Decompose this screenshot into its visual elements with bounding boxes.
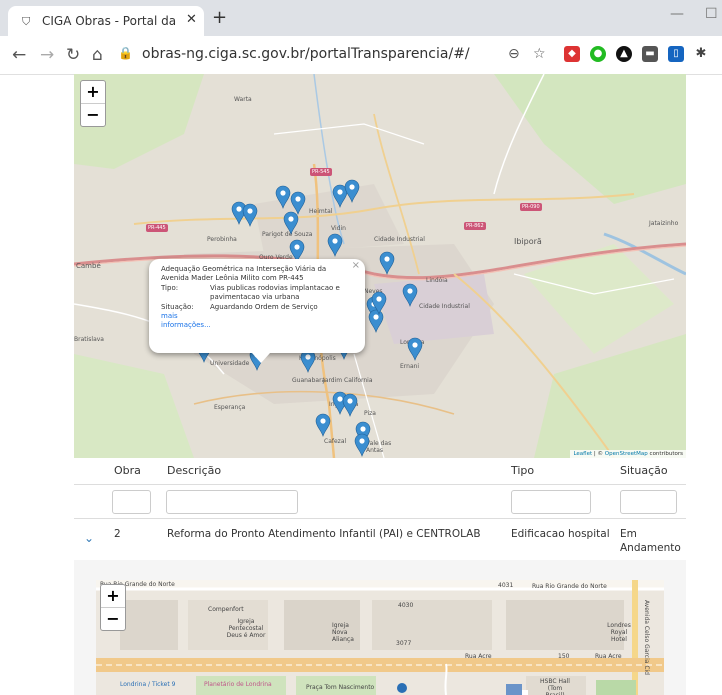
maximize-icon[interactable]: ☐	[705, 6, 718, 22]
extension-icon[interactable]: ▬	[642, 46, 658, 62]
map-marker-icon[interactable]	[290, 191, 306, 215]
extension-icon[interactable]: ▲	[616, 46, 632, 62]
map-marker-icon[interactable]	[342, 393, 358, 417]
map-marker-icon[interactable]	[315, 413, 331, 437]
site-favicon-icon: ⛉	[22, 15, 31, 28]
popup-tipo-value: Vias publicas rodovias implantacao e pav…	[210, 284, 340, 301]
col-header-situacao[interactable]: Situação	[620, 464, 668, 477]
map-marker-icon[interactable]	[275, 185, 291, 209]
tipo-filter-input[interactable]	[511, 490, 591, 514]
new-tab-button[interactable]: +	[212, 7, 227, 28]
popup-tip	[252, 353, 270, 363]
map-marker-icon[interactable]	[283, 211, 299, 235]
detail-map-place-label: Londrina / Ticket 9	[120, 681, 176, 688]
obra-detail-map[interactable]: Rua Rio Grande do Norte Rua Rio Grande d…	[96, 580, 664, 695]
map-marker-icon[interactable]	[402, 283, 418, 307]
lock-icon[interactable]: 🔒	[118, 46, 133, 60]
map-popup: × Adequação Geométrica na Interseção Viá…	[149, 259, 365, 363]
leaflet-link[interactable]: Leaflet	[573, 451, 592, 457]
detail-map-street-label: Avenida Celso Garcia Cid	[643, 600, 650, 675]
map-marker-icon[interactable]	[300, 349, 316, 373]
row-detail: Rua Rio Grande do Norte Rua Rio Grande d…	[74, 560, 686, 695]
extensions-puzzle-icon[interactable]: ✱	[693, 46, 709, 62]
descricao-filter-input[interactable]	[166, 490, 298, 514]
filter-row	[74, 484, 686, 519]
map-attribution: Leaflet | © OpenStreetMap contributors	[570, 450, 686, 458]
popup-tipo-label: Tipo:	[161, 284, 179, 292]
cell-descricao: Reforma do Pronto Atendimento Infantil (…	[167, 528, 481, 540]
extension-icon[interactable]: ▯	[668, 46, 684, 62]
zoom-out-button[interactable]: −	[81, 103, 105, 126]
cell-tipo: Edificacao hospital	[511, 528, 610, 540]
osm-link[interactable]: OpenStreetMap	[605, 451, 648, 457]
home-icon[interactable]: ⌂	[92, 45, 103, 65]
detail-map-tiles	[96, 580, 664, 695]
detail-map-street-label: Rua Acre	[595, 653, 622, 660]
reload-icon[interactable]: ↻	[66, 45, 80, 65]
map-marker-icon[interactable]	[354, 433, 370, 457]
obra-filter-input[interactable]	[112, 490, 151, 514]
browser-toolbar: ← → ↻ ⌂ 🔒 obras-ng.ciga.sc.gov.br/portal…	[0, 36, 722, 75]
extension-icon[interactable]: ●	[590, 46, 606, 62]
detail-map-place-label: Praça Tom Nascimento	[306, 684, 375, 691]
detail-map-place-label: Igreja Nova Aliança	[332, 622, 354, 643]
detail-map-number-label: 150	[558, 653, 570, 660]
cell-obra: 2	[114, 528, 121, 540]
detail-map-place-label: HSBC Hall (Tom Brasil)	[540, 678, 570, 695]
detail-map-place-label: Igreja Pentecostal Deus é Amor	[226, 618, 266, 639]
obras-map[interactable]: Warta Heimtal Perobinha Parigot de Souza…	[74, 74, 686, 458]
forward-icon[interactable]: →	[40, 45, 54, 65]
tab-close-icon[interactable]: ✕	[186, 12, 197, 27]
browser-tab[interactable]: ⛉ CIGA Obras - Portal da Transparê ✕	[8, 6, 204, 36]
extension-icon[interactable]: ◆	[564, 46, 580, 62]
popup-situacao-label: Situação:	[161, 303, 194, 311]
tab-strip: ⛉ CIGA Obras - Portal da Transparê ✕ + —…	[0, 0, 722, 36]
url-text: obras-ng.ciga.sc.gov.br/portalTransparen…	[142, 46, 470, 62]
detail-map-place-label: Londres Royal Hotel	[607, 622, 631, 643]
table-row[interactable]: ⌄ 2 Reforma do Pronto Atendimento Infant…	[74, 518, 686, 562]
detail-map-zoom-control: + −	[100, 584, 126, 631]
detail-map-number-label: 4030	[398, 602, 414, 609]
zoom-in-button[interactable]: +	[81, 81, 105, 103]
cell-situacao: Em Andamento	[620, 528, 681, 554]
detail-map-number-label: 4031	[498, 582, 514, 589]
attribution-separator: | ©	[592, 451, 605, 457]
popup-situacao-value: Aguardando Ordem de Serviço	[210, 303, 318, 311]
detail-map-place-label: Planetário de Londrina	[204, 681, 272, 688]
map-zoom-control: + −	[80, 80, 106, 127]
popup-title: Adequação Geométrica na Interseção Viári…	[161, 265, 327, 282]
zoom-icon[interactable]: ⊖	[508, 46, 520, 62]
table-header: Obra Descrição Tipo Situação	[74, 458, 686, 484]
bookmark-star-icon[interactable]: ☆	[533, 46, 546, 62]
tab-title: CIGA Obras - Portal da Transparê	[42, 14, 177, 28]
detail-map-place-label: Compenfort	[208, 606, 244, 613]
map-marker-icon[interactable]	[242, 203, 258, 227]
col-header-descricao[interactable]: Descrição	[167, 464, 221, 477]
map-marker-icon[interactable]	[344, 179, 360, 203]
map-marker-icon[interactable]	[327, 233, 343, 257]
map-marker-icon[interactable]	[379, 251, 395, 275]
col-header-obra[interactable]: Obra	[114, 464, 141, 477]
detail-zoom-out-button[interactable]: −	[101, 607, 125, 630]
detail-zoom-in-button[interactable]: +	[101, 585, 125, 607]
map-marker-icon[interactable]	[368, 309, 384, 333]
map-marker-icon[interactable]	[407, 337, 423, 361]
chevron-down-icon[interactable]: ⌄	[84, 531, 94, 545]
situacao-filter-input[interactable]	[620, 490, 677, 514]
minimize-icon[interactable]: —	[670, 6, 684, 22]
attribution-tail: contributors	[647, 451, 683, 457]
back-icon[interactable]: ←	[12, 45, 26, 65]
col-header-tipo[interactable]: Tipo	[511, 464, 534, 477]
detail-map-number-label: 3077	[396, 640, 412, 647]
detail-map-street-label: Rua Rio Grande do Norte	[532, 583, 607, 590]
popup-more-info-link[interactable]: mais informações...	[161, 312, 211, 330]
detail-map-street-label: Rua Acre	[465, 653, 492, 660]
